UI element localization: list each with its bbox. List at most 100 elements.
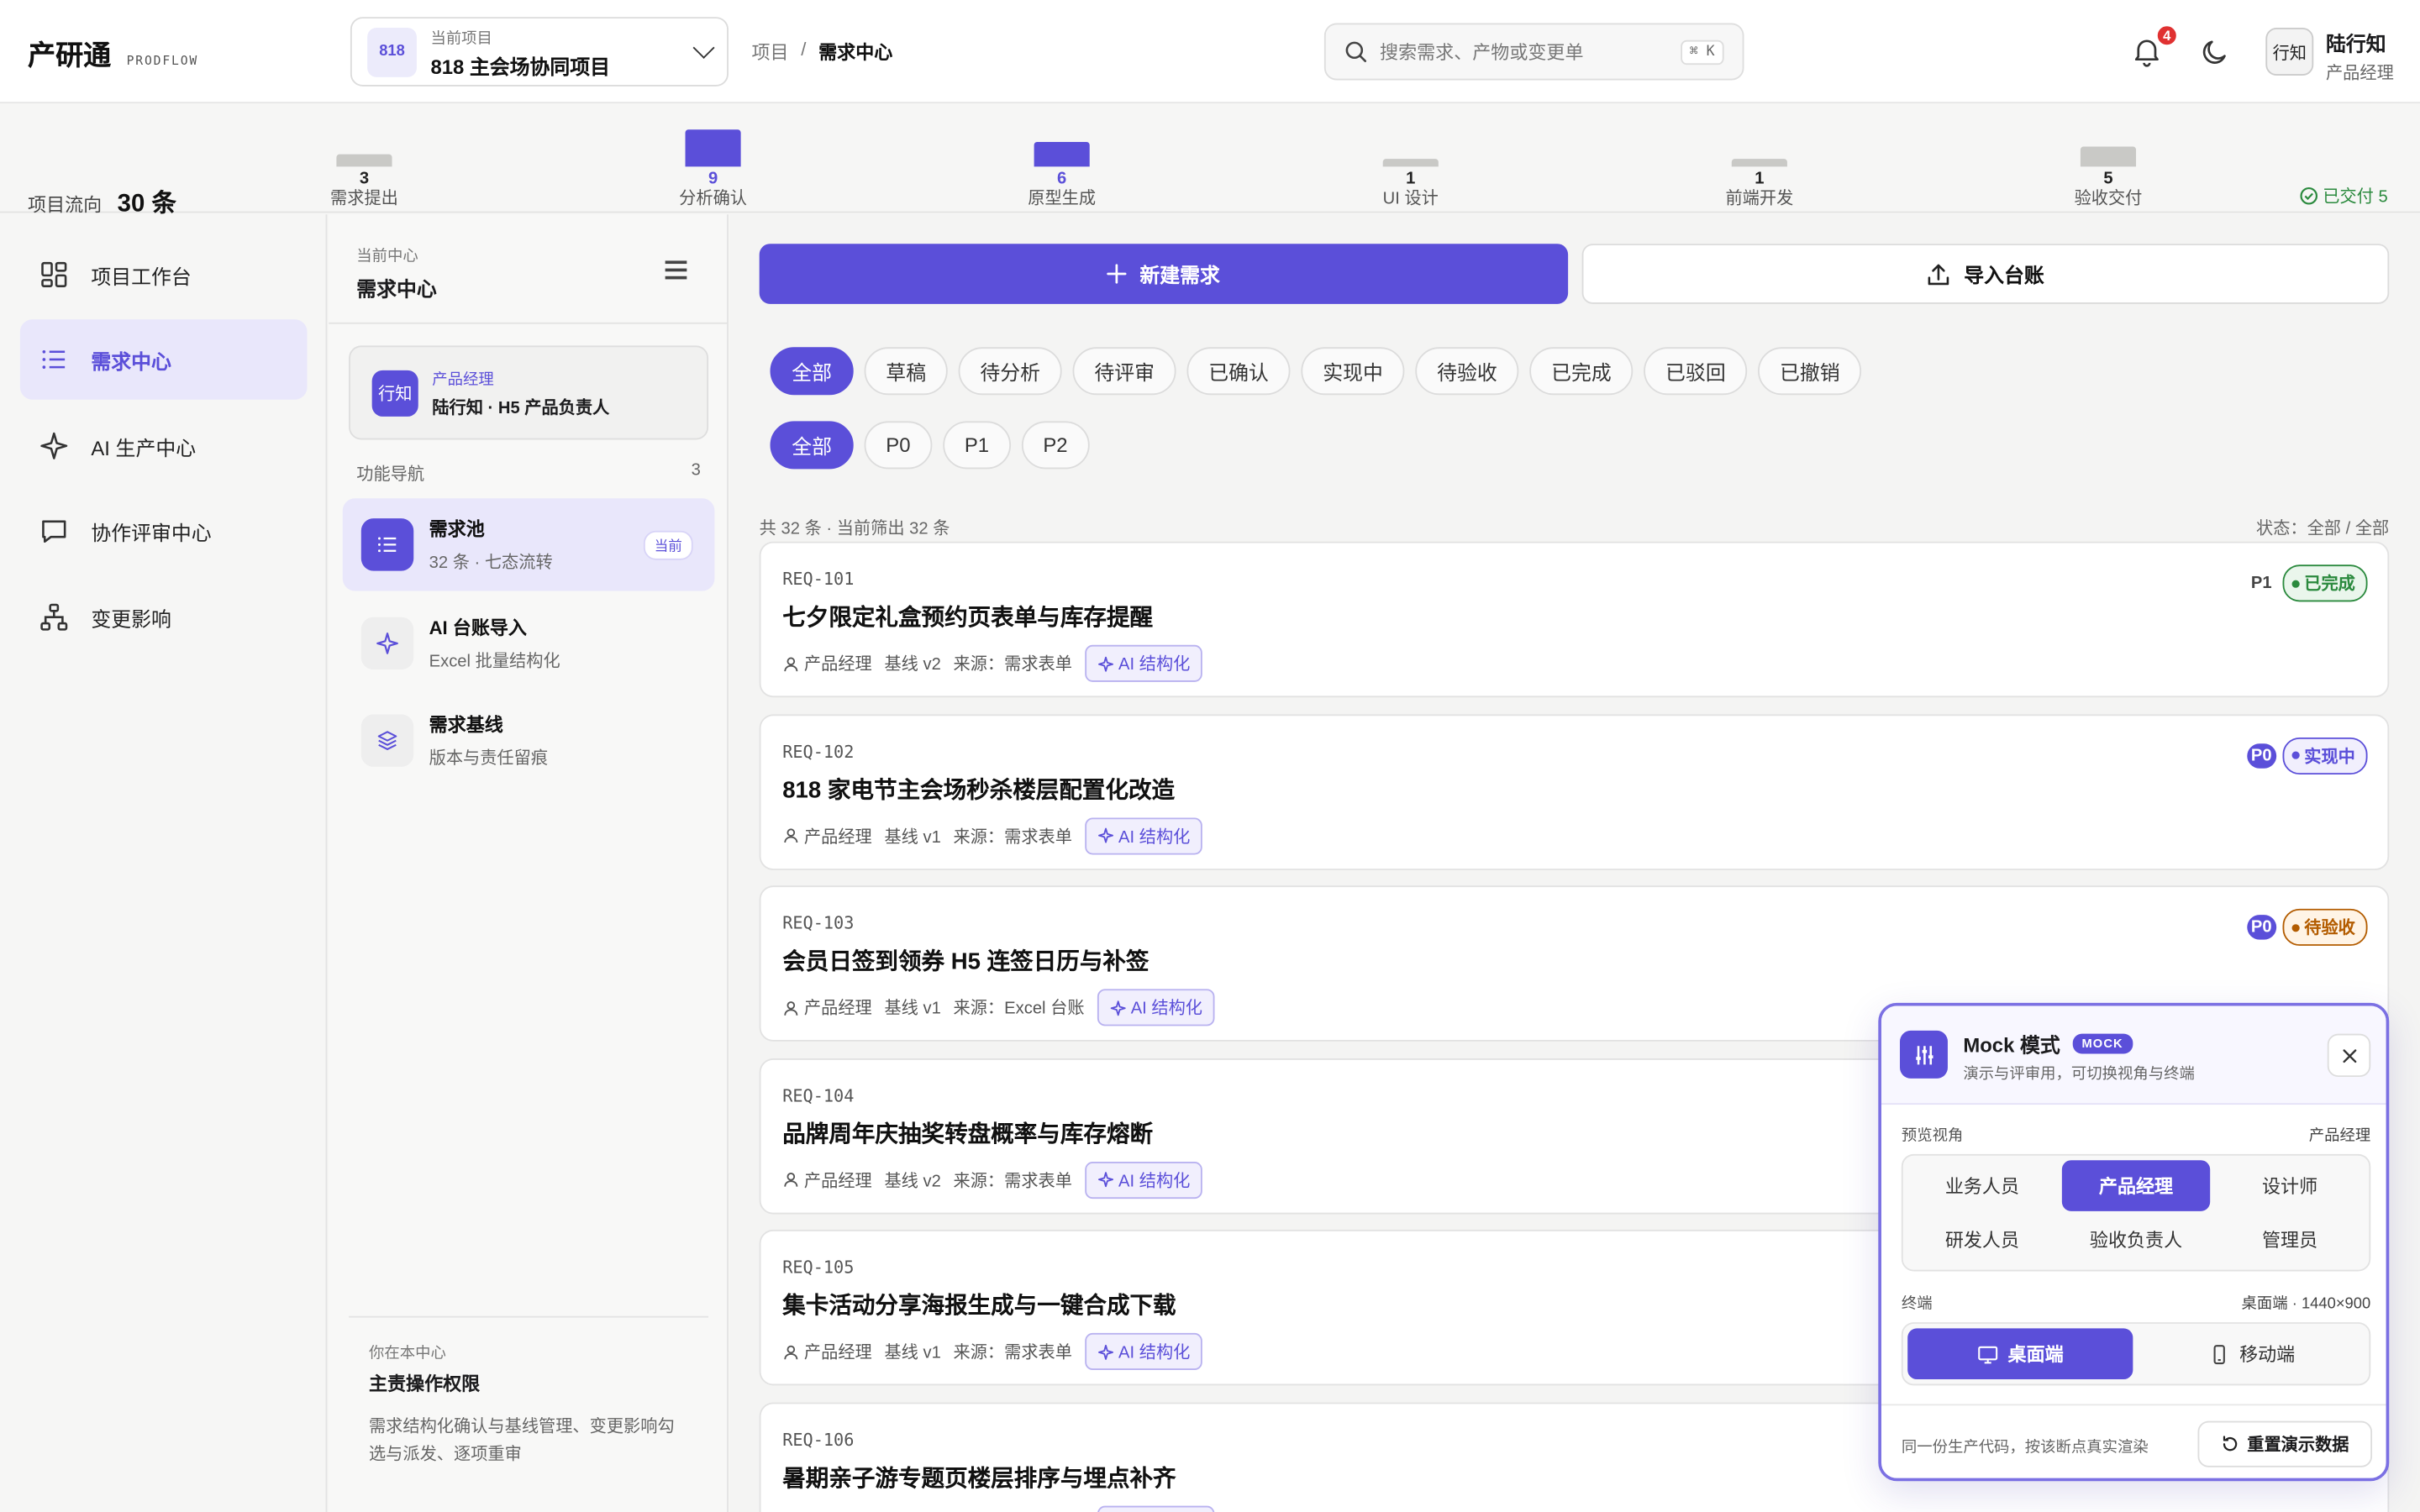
fn-label-text: 功能导航 [356,465,425,485]
reset-demo-button[interactable]: 重置演示数据 [2197,1420,2373,1467]
project-select[interactable]: 818 当前项目 818 主会场协同项目 [350,17,729,87]
requirement-badges: P0 待验收 [2246,909,2368,947]
status-filter-chip[interactable]: 实现中 [1301,347,1405,396]
terminal-value: 桌面端 · 1440×900 [2241,1295,2371,1314]
requirement-id: REQ-101 [782,569,855,590]
flow-stage[interactable]: 3 需求提出 [302,105,426,213]
terminal-mobile[interactable]: 移动端 [2139,1328,2365,1379]
status-filter-chip[interactable]: 待评审 [1072,347,1176,396]
role-option[interactable]: 管理员 [2215,1215,2365,1265]
requirement-source: 来源：Excel 台账 [953,1000,1085,1019]
avatar[interactable]: 行知 [2265,28,2314,76]
menu-icon[interactable] [665,260,687,284]
sidebar-item-ai-production[interactable]: AI 生产中心 [20,406,308,486]
flow-stage[interactable]: 5 验收交付 [2047,105,2170,213]
requirement-title: 七夕限定礼盒预约页表单与库存提醒 [782,604,1154,632]
breadcrumb-current: 需求中心 [818,41,893,64]
fn-item-requirement-pool[interactable]: 需求池 32 条 · 七态流转 当前 [342,498,715,591]
ai-structured-tag[interactable]: AI 结构化 [1084,816,1203,854]
ai-structured-tag[interactable]: AI 结构化 [1084,644,1203,682]
requirement-meta: 产品经理 基线 v1 来源：需求表单 AI 结构化 [782,1333,1203,1371]
sidebar-item-label: 协作评审中心 [91,520,212,544]
requirement-card[interactable]: REQ-102 818 家电节主会场秒杀楼层配置化改造 产品经理 基线 v1 来源：需求… [759,713,2390,870]
fn-item-desc: 32 条 · 七态流转 [429,554,553,573]
search-shortcut: ⌘ K [1680,39,1724,65]
fn-item-ai-import[interactable]: AI 台账导入 Excel 批量结构化 [343,597,715,690]
sidebar-item-label: 项目工作台 [91,264,192,288]
requirement-card[interactable]: REQ-101 七夕限定礼盒预约页表单与库存提醒 产品经理 基线 v2 来源：需求表单 A… [759,541,2390,698]
flow-stage-name: UI 设计 [1382,189,1439,208]
close-button[interactable] [2327,1033,2371,1078]
view-row: 预览视角 产品经理 [1902,1121,2370,1145]
tree-icon [40,603,68,631]
brand[interactable]: 产研通 PRODFLOW [28,34,198,74]
sparkle-icon [1097,1344,1113,1360]
view-value: 产品经理 [2308,1127,2371,1145]
sidebar-item-workbench[interactable]: 项目工作台 [20,234,308,315]
sidebar-item-requirements[interactable]: 需求中心 [19,319,308,400]
status-filter-chip[interactable]: 已完成 [1529,347,1634,396]
breadcrumb-root[interactable]: 项目 [751,39,788,65]
requirement-baseline: 基线 v2 [884,1172,941,1191]
status-filter-chip[interactable]: 已撤销 [1758,347,1862,396]
terminal-desktop[interactable]: 桌面端 [1907,1328,2133,1380]
sidebar-item-label: 需求中心 [91,349,171,373]
role-card-role: 产品经理 [432,371,494,389]
priority-filter-chip[interactable]: 全部 [770,421,854,470]
sidebar-item-review[interactable]: 协作评审中心 [20,491,308,571]
flow-stage[interactable]: 9 分析确认 [651,105,775,213]
ai-structured-tag[interactable]: AI 结构化 [1097,1505,1215,1512]
status-filter-chip[interactable]: 全部 [770,347,854,396]
flow-stage[interactable]: 1 UI 设计 [1349,105,1472,213]
moon-icon[interactable] [2198,35,2232,69]
divider [329,322,729,324]
fn-item-baseline[interactable]: 需求基线 版本与责任留痕 [343,695,715,787]
ai-structured-tag[interactable]: AI 结构化 [1084,1161,1203,1199]
delivered-count[interactable]: 已交付 5 [2300,184,2388,208]
new-requirement-button[interactable]: 新建需求 [759,244,1569,304]
requirement-id: REQ-102 [782,741,855,762]
status-filter-chip[interactable]: 待分析 [958,347,1062,396]
brand-sub: PRODFLOW [126,54,199,68]
status-text: 待验收 [2304,920,2355,939]
role-option[interactable]: 产品经理 [2061,1160,2211,1210]
ai-tag-text: AI 结构化 [1118,827,1191,847]
priority-filter-chip[interactable]: P0 [864,421,933,470]
sidebar-item-label: 变更影响 [91,606,171,631]
flow-stage[interactable]: 6 原型生成 [1000,105,1123,213]
role-option[interactable]: 业务人员 [1907,1160,2057,1210]
search-box[interactable]: ⌘ K [1323,23,1744,81]
terminal-switcher: 桌面端 移动端 [1901,1322,2371,1386]
list-icon [42,349,66,369]
list-icon [377,537,397,553]
requirement-owner: 产品经理 [782,1340,872,1364]
status-filter-chip[interactable]: 草稿 [864,347,948,396]
sparkle-icon [1097,655,1113,671]
user-info[interactable]: 陆行知 产品经理 [2326,28,2394,85]
search-input[interactable] [1380,40,1681,63]
phone-icon [2213,1344,2225,1364]
status-filter-chip[interactable]: 已驳回 [1644,347,1748,396]
priority-filter-chip[interactable]: P1 [943,421,1011,470]
mock-tag: MOCK [2072,1033,2133,1054]
mock-panel: Mock 模式 MOCK 演示与评审用，可切换视角与终端 预览视角 产品经理 业… [1878,1002,2390,1482]
role-option[interactable]: 研发人员 [1907,1215,2057,1265]
role-option[interactable]: 验收负责人 [2061,1215,2211,1265]
requirement-title: 818 家电节主会场秒杀楼层配置化改造 [782,776,1176,804]
priority-filter-chip[interactable]: P2 [1021,421,1090,470]
fn-item-title: 需求池 [429,518,485,540]
main-sidebar: 项目工作台 需求中心 AI 生产中心 协作评审中心 变更影响 [0,214,328,1512]
role-option[interactable]: 设计师 [2215,1160,2365,1210]
perm-small: 你在本中心 [368,1345,446,1362]
perm-desc: 需求结构化确认与基线管理、变更影响勾选与派发、逐项重审 [368,1417,675,1465]
import-ledger-button[interactable]: 导入台账 [1581,244,2390,304]
status-filter-chip[interactable]: 待验收 [1415,347,1519,396]
ai-structured-tag[interactable]: AI 结构化 [1097,989,1215,1026]
project-value: 818 主会场协同项目 [430,55,611,78]
flow-stage[interactable]: 1 前端开发 [1697,105,1821,213]
avatar: 行知 [371,369,418,416]
ai-structured-tag[interactable]: AI 结构化 [1084,1333,1203,1371]
sidebar-item-change-impact[interactable]: 变更影响 [20,577,308,658]
flow-stage-bar [2080,146,2137,167]
status-filter-chip[interactable]: 已确认 [1186,347,1291,396]
